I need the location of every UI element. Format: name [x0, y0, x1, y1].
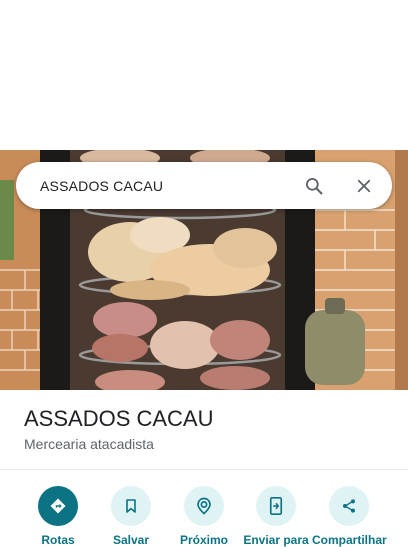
share-button[interactable]: Compartilhar — [312, 486, 387, 547]
nearby-button[interactable]: Próximo — [167, 486, 241, 547]
search-bar[interactable]: ASSADOS CACAU — [16, 162, 392, 209]
share-icon — [329, 486, 369, 526]
send-to-phone-button[interactable]: Enviar para — [239, 486, 313, 547]
search-icon[interactable] — [302, 174, 326, 198]
nearby-icon — [184, 486, 224, 526]
send-to-phone-icon — [256, 486, 296, 526]
search-input[interactable]: ASSADOS CACAU — [16, 178, 302, 194]
save-button[interactable]: Salvar — [94, 486, 168, 547]
directions-button[interactable]: Rotas — [21, 486, 95, 547]
save-label: Salvar — [112, 533, 150, 547]
share-label: Compartilhar — [312, 533, 387, 547]
bookmark-icon — [111, 486, 151, 526]
divider — [0, 469, 408, 470]
nearby-label: Próximo — [179, 533, 228, 547]
close-icon[interactable] — [352, 174, 376, 198]
action-row: Rotas Salvar Próximo Enviar para Compart… — [0, 486, 408, 547]
send-to-phone-label: Enviar para — [243, 533, 309, 547]
directions-label: Rotas — [41, 533, 75, 547]
place-category[interactable]: Mercearia atacadista — [24, 436, 154, 452]
directions-icon — [38, 486, 78, 526]
place-title: ASSADOS CACAU — [24, 406, 214, 431]
